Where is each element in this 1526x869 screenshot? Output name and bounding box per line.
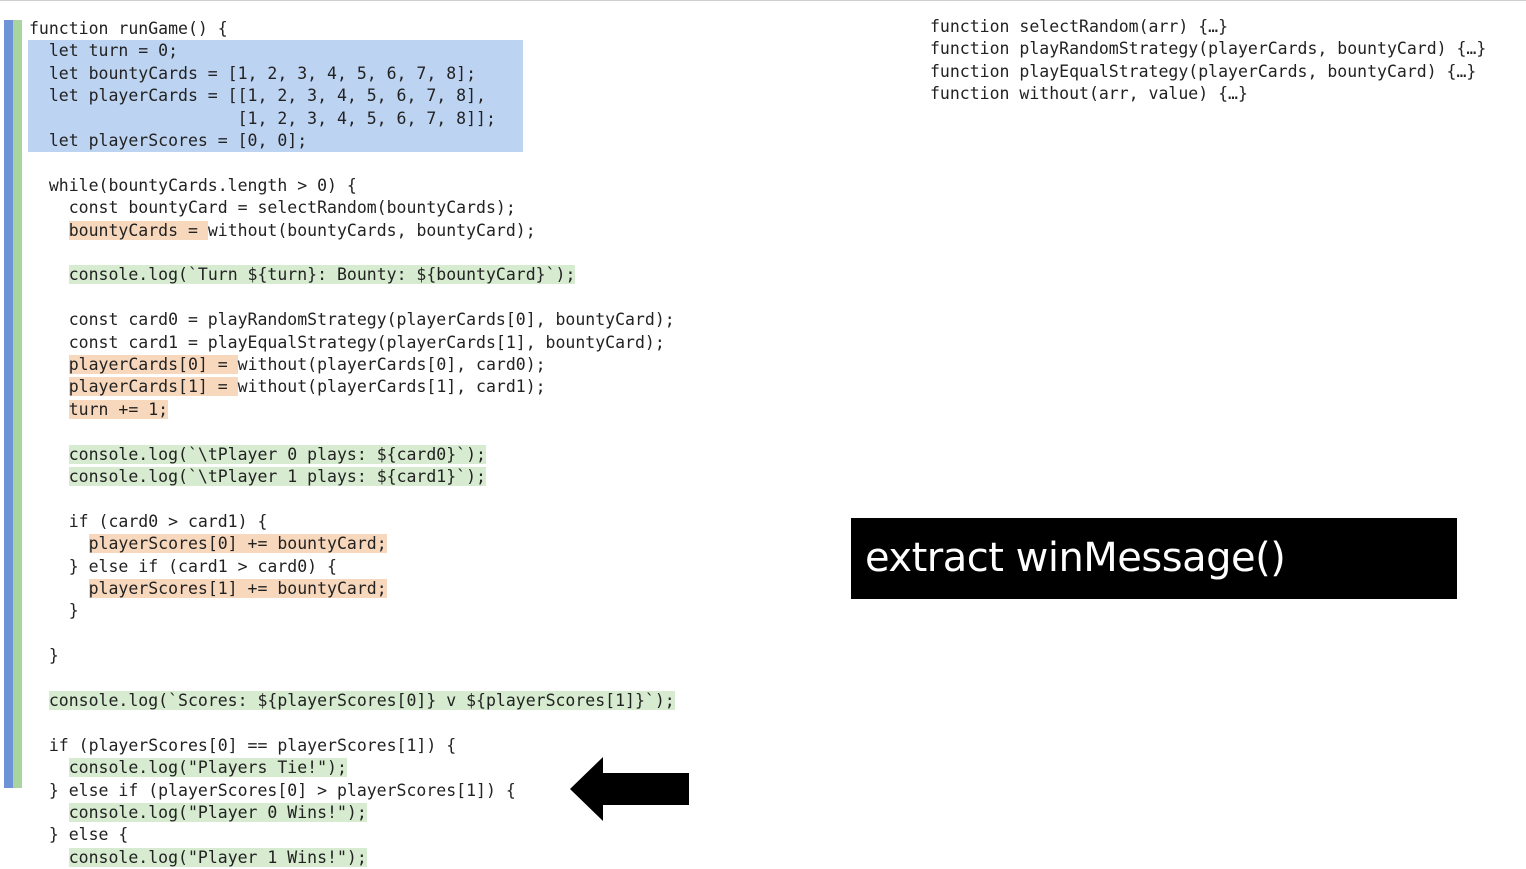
code-line: console.log(`Scores: ${playerScores[0]} … — [48, 691, 675, 710]
code-line: console.log("Player 1 Wins!"); — [68, 847, 367, 867]
code-line: const card0 = playRandomStrategy(playerC… — [29, 310, 675, 330]
collapsed-function-line: function playEqualStrategy(playerCards, … — [930, 61, 1477, 81]
blue-gutter-bar — [4, 20, 13, 788]
code-line: } else if (card1 > card0) { — [29, 556, 337, 576]
left-arrow-icon — [570, 757, 689, 821]
code-line: let playerScores = [0, 0]; — [29, 131, 308, 150]
code-line: playerCards[0] = without(playerCards[0],… — [68, 355, 546, 374]
code-line: const card1 = playEqualStrategy(playerCa… — [29, 332, 665, 352]
code-line: console.log(`\tPlayer 0 plays: ${card0}`… — [68, 444, 486, 464]
collapsed-function-line: function playRandomStrategy(playerCards,… — [930, 39, 1487, 59]
code-line: if (card0 > card1) { — [29, 511, 268, 531]
code-line: if (playerScores[0] == playerScores[1]) … — [29, 735, 457, 755]
code-line: bountyCards = without(bountyCards, bount… — [68, 220, 536, 240]
code-line: playerCards[1] = without(playerCards[1],… — [68, 377, 546, 397]
code-line: console.log("Player 0 Wins!"); — [68, 803, 367, 822]
code-line: console.log(`\tPlayer 1 plays: ${card1}`… — [68, 467, 486, 486]
code-line: let bountyCards = [1, 2, 3, 4, 5, 6, 7, … — [29, 63, 477, 83]
collapsed-function-line: function without(arr, value) {…} — [930, 84, 1248, 104]
banner-text: extract winMessage() — [865, 535, 1286, 581]
code-line: } else if (playerScores[0] > playerScore… — [29, 780, 516, 800]
code-line: while(bountyCards.length > 0) { — [29, 175, 357, 195]
code-line: console.log(`Turn ${turn}: Bounty: ${bou… — [68, 265, 576, 285]
code-line: turn += 1; — [68, 399, 169, 419]
code-line: let playerCards = [[1, 2, 3, 4, 5, 6, 7,… — [29, 86, 486, 106]
refactor-banner: extract winMessage() — [851, 518, 1457, 599]
code-line: } — [29, 646, 59, 666]
code-line: playerScores[1] += bountyCard; — [88, 579, 387, 598]
code-line: console.log("Players Tie!"); — [68, 758, 347, 778]
code-line: const bountyCard = selectRandom(bountyCa… — [29, 198, 516, 218]
code-line: function runGame() { — [29, 19, 228, 38]
code-line: let turn = 0; — [29, 41, 179, 61]
collapsed-function-line: function selectRandom(arr) {…} — [930, 17, 1229, 36]
green-gutter-bar — [13, 20, 22, 788]
code-line: } else { — [29, 825, 129, 845]
code-line: } — [29, 601, 79, 621]
top-divider — [0, 0, 1526, 1]
code-line: playerScores[0] += bountyCard; — [88, 534, 387, 554]
code-line: [1, 2, 3, 4, 5, 6, 7, 8]]; — [29, 108, 496, 128]
